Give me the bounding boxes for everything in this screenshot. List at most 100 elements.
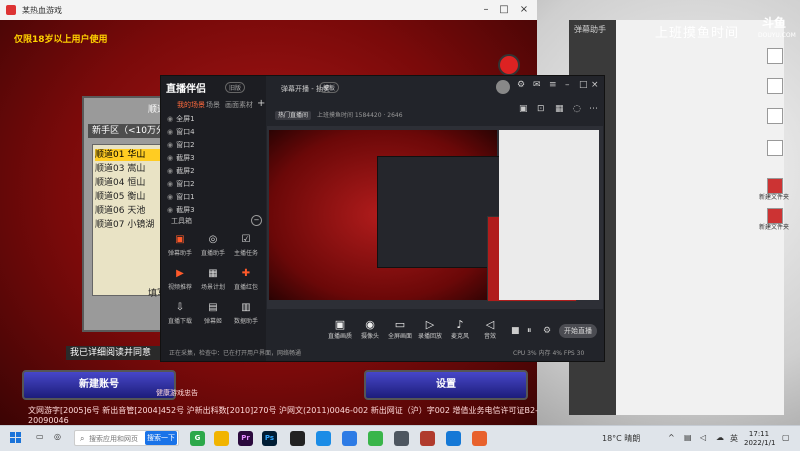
desktop-file-icon[interactable] <box>767 108 783 124</box>
wechat-icon[interactable] <box>368 431 383 446</box>
pause-icon[interactable]: ⏸ <box>527 326 532 336</box>
close-button[interactable]: × <box>591 80 599 90</box>
sound-button[interactable]: ◁ 音效 <box>475 318 505 340</box>
lock-icon[interactable]: ⊡ <box>537 104 545 114</box>
game-record-button[interactable] <box>498 54 520 76</box>
server-item[interactable]: 顺道01 华山 <box>95 149 165 161</box>
minimize-button[interactable]: – <box>565 80 570 90</box>
source-item[interactable]: ◉ 全屏1 <box>167 114 195 124</box>
share-icon[interactable]: ⋯ <box>589 104 598 114</box>
source-item[interactable]: ◉ 窗口1 <box>167 192 195 202</box>
microphone-button[interactable]: ♪ 麦克风 <box>445 318 475 340</box>
desktop-file-icon[interactable] <box>767 140 783 156</box>
maximize-button[interactable]: □ <box>579 80 588 90</box>
eye-icon[interactable]: ◉ <box>167 180 173 188</box>
server-item[interactable]: 顺道03 嵩山 <box>95 163 145 175</box>
avatar[interactable] <box>496 80 510 94</box>
volume-icon[interactable]: ◁ <box>700 433 706 442</box>
source-item[interactable]: ◉ 截屏3 <box>167 205 195 215</box>
start-button[interactable] <box>10 432 22 444</box>
eye-icon[interactable]: ◉ <box>167 193 173 201</box>
tool-red-packet[interactable]: ✚ 直播红包 <box>231 268 261 291</box>
start-live-button[interactable]: 开始直播 <box>559 324 597 338</box>
eye-icon[interactable]: ◉ <box>167 167 173 175</box>
preview-canvas[interactable] <box>267 126 603 309</box>
chevron-up-icon[interactable]: ^ <box>668 433 675 442</box>
source-item[interactable]: ◉ 窗口4 <box>167 127 195 137</box>
mail-icon[interactable]: ✉ <box>533 80 541 90</box>
live-sidebar: 直播伴侣 旧版 我的场景 场景 画面素材 + ◉ 全屏1 ◉ 窗口4 ◉ 窗口2 ◉ 截… <box>161 76 266 361</box>
settings-gear-icon[interactable]: ⚙ <box>517 80 525 90</box>
desktop-file-icon[interactable] <box>767 48 783 64</box>
tab-materials[interactable]: 画面素材 <box>225 100 253 110</box>
notification-icon[interactable]: ▢ <box>782 433 790 442</box>
server-item[interactable]: 顺道07 小镜湖 <box>95 219 154 231</box>
tool-data-assistant[interactable]: ▥ 数据助手 <box>231 302 261 325</box>
premiere-icon[interactable]: Pr <box>238 431 253 446</box>
new-account-button[interactable]: 新建账号 <box>22 370 176 400</box>
eye-icon[interactable]: ◉ <box>167 128 173 136</box>
network-icon[interactable]: ▤ <box>684 433 692 442</box>
record-icon[interactable]: ■ <box>511 326 520 336</box>
tab-my-scenes[interactable]: 我的场景 <box>177 100 205 110</box>
task-view-icon[interactable]: ▭ <box>36 432 44 441</box>
taskbar-search-button[interactable]: 搜索一下 <box>145 431 177 445</box>
eye-icon[interactable]: ◉ <box>167 206 173 214</box>
menu-icon[interactable]: ≡ <box>549 80 557 90</box>
game-taskbar-icon[interactable] <box>420 431 435 446</box>
eye-icon[interactable]: ◉ <box>167 115 173 123</box>
qq-icon[interactable] <box>290 431 305 446</box>
quality-button[interactable]: ▣ 直播画质 <box>325 318 355 340</box>
layout-icon[interactable]: ▣ <box>519 104 528 114</box>
input-language[interactable]: 英 <box>730 433 738 444</box>
tool-danmu-ji[interactable]: ▤ 弹幕姬 <box>198 302 228 325</box>
folder-icon[interactable] <box>214 431 229 446</box>
source-item[interactable]: ◉ 截屏3 <box>167 153 195 163</box>
onedrive-icon[interactable]: ☁ <box>716 433 724 442</box>
room-category-tag[interactable]: 热门直播间 <box>275 111 312 120</box>
eye-icon[interactable]: ◉ <box>167 154 173 162</box>
tool-danmu-assistant[interactable]: ▣ 弹幕助手 <box>165 234 195 257</box>
widgets-icon[interactable]: ◎ <box>54 432 61 441</box>
version-badge[interactable]: 旧版 <box>225 82 246 93</box>
replay-button[interactable]: ▷ 录播回放 <box>415 318 445 340</box>
eye-icon[interactable]: ◉ <box>167 141 173 149</box>
douyu-taskbar-icon[interactable] <box>472 431 487 446</box>
minimize-button[interactable]: – <box>478 3 494 17</box>
grid-icon[interactable]: ▦ <box>555 104 564 114</box>
tool-host-task[interactable]: ☑ 主播任务 <box>231 234 261 257</box>
tool-download[interactable]: ⇩ 直播下载 <box>165 302 195 325</box>
user-icon: ◎ <box>208 234 218 245</box>
camera-button[interactable]: ◉ 摄像头 <box>355 318 385 340</box>
server-item[interactable]: 顺道06 天池 <box>95 205 145 217</box>
stream-room-title: 上班摸鱼时间 <box>655 26 740 41</box>
source-item[interactable]: ◉ 窗口2 <box>167 140 195 150</box>
maximize-button[interactable]: □ <box>496 3 512 17</box>
app-icon[interactable] <box>394 431 409 446</box>
clock[interactable]: 17:11 2022/1/1 <box>744 430 775 448</box>
chat-bubble-icon[interactable]: ◌ <box>573 104 581 114</box>
tool-live-assistant[interactable]: ◎ 直播助手 <box>198 234 228 257</box>
browser-icon[interactable] <box>342 431 357 446</box>
server-item[interactable]: 顺道04 恒山 <box>95 177 145 189</box>
toolbox-toggle[interactable]: − <box>251 215 262 226</box>
weather-widget[interactable]: 18°C 晴朗 <box>602 433 640 444</box>
room-mode-button[interactable]: 模板 <box>319 82 340 93</box>
edge-icon[interactable] <box>316 431 331 446</box>
fullscreen-button[interactable]: ▭ 全屏画面 <box>385 318 415 340</box>
tool-video-recommend[interactable]: ▶ 视频推荐 <box>165 268 195 291</box>
photoshop-icon[interactable]: Ps <box>262 431 277 446</box>
taskbar-app-icon[interactable]: G <box>190 431 205 446</box>
live-taskbar-icon[interactable] <box>446 431 461 446</box>
add-scene-button[interactable]: + <box>257 98 265 109</box>
source-item[interactable]: ◉ 截屏2 <box>167 166 195 176</box>
settings-button[interactable]: 设置 <box>364 370 528 400</box>
tab-scenes[interactable]: 场景 <box>206 100 220 110</box>
tool-scene-plan[interactable]: ▦ 场景计划 <box>198 268 228 291</box>
gear-icon[interactable]: ⚙ <box>543 326 551 336</box>
server-item[interactable]: 顺道05 衡山 <box>95 191 145 203</box>
desktop-file-icon[interactable] <box>767 78 783 94</box>
source-item[interactable]: ◉ 窗口2 <box>167 179 195 189</box>
close-button[interactable]: × <box>516 3 532 17</box>
agreement-checkbox[interactable]: 我已详细阅读并同意 <box>66 346 174 360</box>
